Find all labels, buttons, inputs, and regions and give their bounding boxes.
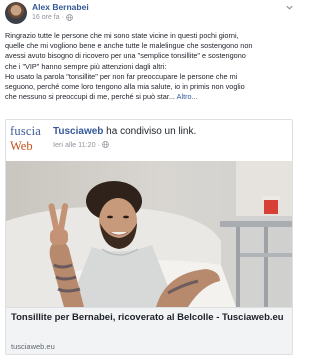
post-text-line: quelle che mi vogliono bene e anche tutt… <box>5 41 253 51</box>
shared-post-meta: Ieri alle 11:20 · <box>53 140 109 149</box>
shared-post-header: fuscia Web Tusciaweb ha condiviso un lin… <box>6 120 292 160</box>
page-logo-line2: Web <box>10 139 33 153</box>
avatar[interactable] <box>5 2 27 24</box>
page-name-link[interactable]: Tusciaweb <box>53 126 103 137</box>
meta-separator: · <box>97 140 101 149</box>
globe-icon <box>102 141 109 148</box>
post-text-line: che i "VIP" hanno sempre più attenzioni … <box>5 61 167 71</box>
post-text: Ringrazio tutte le persone che mi sono s… <box>5 31 297 102</box>
page-logo-line1: fuscia <box>10 124 42 138</box>
shared-post-title: Tusciaweb ha condiviso un link. <box>53 126 196 137</box>
see-more-link[interactable]: Altro... <box>177 92 198 101</box>
link-domain: tusciaweb.eu <box>11 342 55 351</box>
link-preview-footer[interactable]: Tonsillite per Bernabei, ricoverato al B… <box>6 307 292 354</box>
link-title[interactable]: Tonsillite per Bernabei, ricoverato al B… <box>11 312 289 324</box>
shared-post-card[interactable]: fuscia Web Tusciaweb ha condiviso un lin… <box>5 119 293 355</box>
post-timestamp[interactable]: 16 ore fa <box>32 14 60 21</box>
post-text-line-last: che nessuno si preoccupi di me, perché s… <box>5 92 297 102</box>
post-text-line: avessi avuto bisogno di ricovero per una… <box>5 51 246 61</box>
link-preview-image[interactable] <box>6 161 292 307</box>
chevron-down-icon[interactable] <box>285 3 294 12</box>
post-header: Alex Bernabei 16 ore fa · <box>0 0 300 30</box>
post-meta: 16 ore fa · <box>32 14 73 21</box>
meta-separator: · <box>61 14 64 21</box>
globe-icon <box>66 14 73 21</box>
post-text-line: che nessuno si preoccupi di me, perché s… <box>5 92 175 102</box>
shared-post-time[interactable]: Ieri alle 11:20 <box>53 140 96 149</box>
post-text-line: Ho usato la parola "tonsillite" per non … <box>5 71 238 81</box>
facebook-post: Alex Bernabei 16 ore fa · Ringrazio tutt… <box>0 0 300 359</box>
author-name[interactable]: Alex Bernabei <box>32 2 89 12</box>
post-text-line: Ringrazio tutte le persone che mi sono s… <box>5 31 239 40</box>
page-logo[interactable]: fuscia Web <box>10 125 48 156</box>
post-text-line: seguono, perché come loro tengono alla m… <box>5 82 245 92</box>
share-action-text: ha condiviso un link. <box>106 126 197 137</box>
